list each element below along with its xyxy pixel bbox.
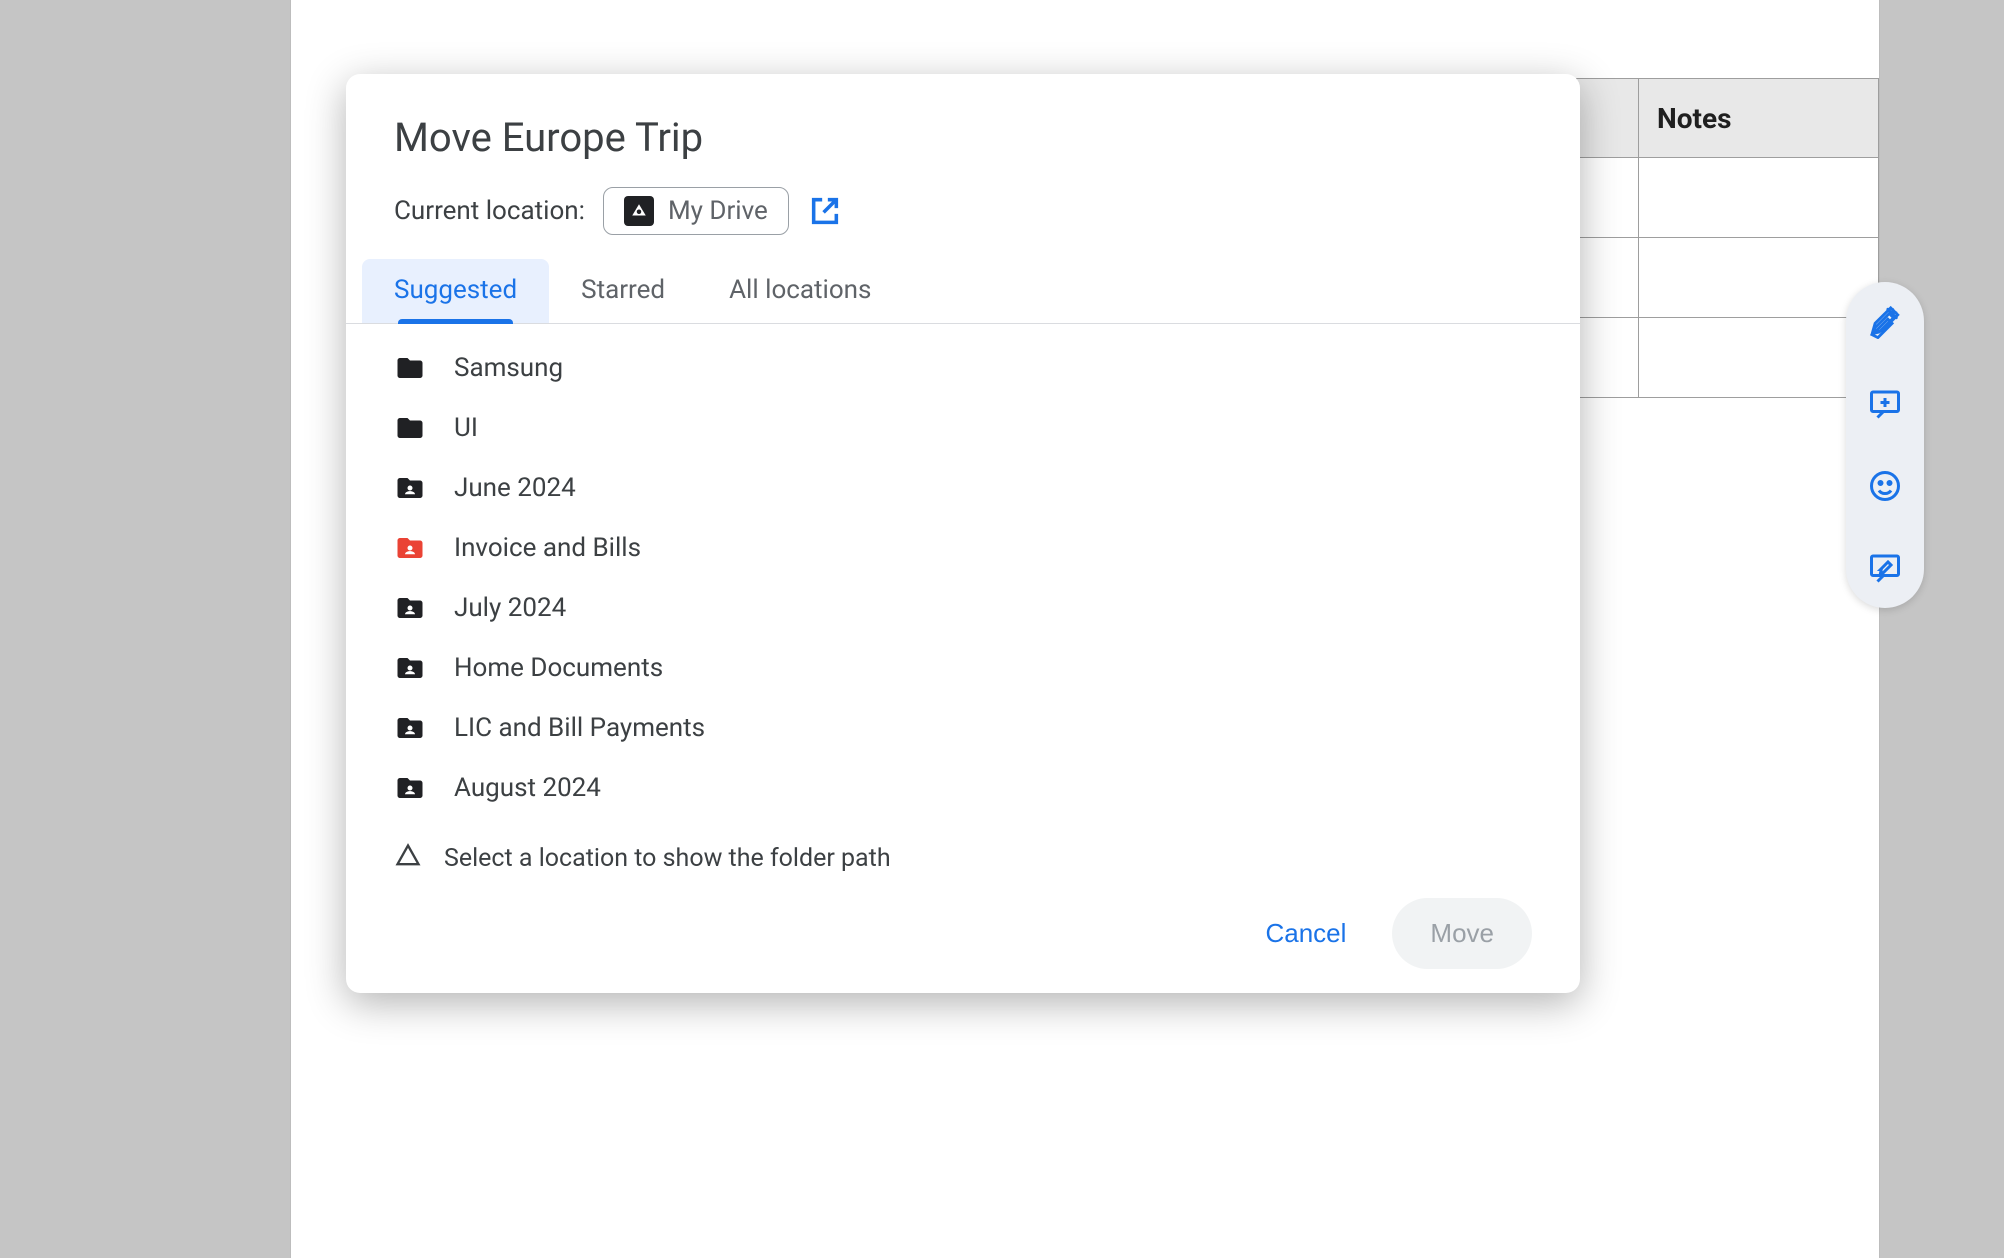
table-cell[interactable] <box>1639 158 1879 238</box>
folder-name: LIC and Bill Payments <box>454 713 705 743</box>
tab-suggested[interactable]: Suggested <box>362 259 549 323</box>
floating-toolbar <box>1846 282 1924 608</box>
folder-item[interactable]: June 2024 <box>346 458 1580 518</box>
add-comment-icon[interactable] <box>1867 386 1903 422</box>
move-button[interactable]: Move <box>1392 898 1532 969</box>
hint-row: Select a location to show the folder pat… <box>346 832 1580 890</box>
current-location-row: Current location: My Drive <box>346 187 1580 259</box>
move-dialog: Move Europe Trip Current location: My Dr… <box>346 74 1580 993</box>
cancel-button[interactable]: Cancel <box>1235 898 1376 969</box>
suggest-edit-icon[interactable] <box>1867 550 1903 586</box>
tab-starred[interactable]: Starred <box>549 259 697 323</box>
folder-name: UI <box>454 413 478 443</box>
table-header-cell <box>1577 79 1639 158</box>
folder-item[interactable]: Home Documents <box>346 638 1580 698</box>
folder-shared-icon <box>394 772 426 804</box>
hint-text: Select a location to show the folder pat… <box>444 844 891 873</box>
location-chip-label: My Drive <box>668 196 768 226</box>
folder-item[interactable]: UI <box>346 398 1580 458</box>
folder-icon <box>394 412 426 444</box>
folder-shared-icon <box>394 652 426 684</box>
folder-name: Samsung <box>454 353 563 383</box>
dialog-title: Move Europe Trip <box>346 114 1580 187</box>
folder-list: Samsung UI June 2024 Invoice and Bills J… <box>346 324 1580 832</box>
folder-shared-icon <box>394 712 426 744</box>
drive-hint-icon <box>394 842 422 874</box>
folder-name: Home Documents <box>454 653 663 683</box>
folder-item[interactable]: Invoice and Bills <box>346 518 1580 578</box>
location-tabs: Suggested Starred All locations <box>346 259 1580 324</box>
folder-item[interactable]: August 2024 <box>346 758 1580 818</box>
folder-name: Invoice and Bills <box>454 533 641 563</box>
gemini-icon[interactable] <box>1867 304 1903 340</box>
table-cell[interactable] <box>1577 318 1639 398</box>
folder-name: August 2024 <box>454 773 601 803</box>
folder-name: June 2024 <box>454 473 576 503</box>
location-chip[interactable]: My Drive <box>603 187 789 235</box>
dialog-footer: Cancel Move <box>346 890 1580 969</box>
table-cell[interactable] <box>1639 318 1879 398</box>
folder-name: July 2024 <box>454 593 566 623</box>
folder-shared-icon <box>394 472 426 504</box>
table-cell[interactable] <box>1577 158 1639 238</box>
location-label: Current location: <box>394 196 585 226</box>
table-header-notes: Notes <box>1639 79 1879 158</box>
folder-shared-icon <box>394 592 426 624</box>
document-table: Notes <box>1576 78 1879 398</box>
table-cell[interactable] <box>1577 238 1639 318</box>
folder-item[interactable]: Samsung <box>346 338 1580 398</box>
folder-icon <box>394 352 426 384</box>
folder-item[interactable]: July 2024 <box>346 578 1580 638</box>
drive-icon <box>624 196 654 226</box>
folder-item[interactable]: LIC and Bill Payments <box>346 698 1580 758</box>
tab-all-locations[interactable]: All locations <box>697 259 903 323</box>
open-in-new-icon[interactable] <box>807 193 843 229</box>
table-cell[interactable] <box>1639 238 1879 318</box>
folder-shared-icon <box>394 532 426 564</box>
emoji-icon[interactable] <box>1867 468 1903 504</box>
